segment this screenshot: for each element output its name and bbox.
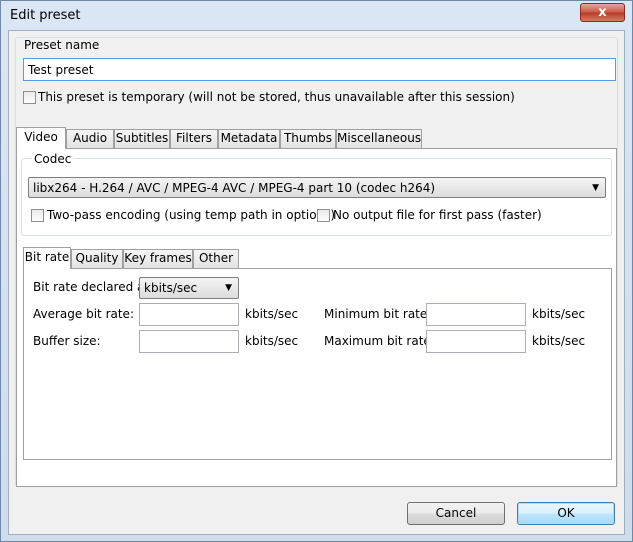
two-pass-checkbox[interactable] <box>31 209 44 222</box>
bitrate-tab-pane: Bit rate declared as: kbits/sec ▼ Averag… <box>23 268 612 460</box>
minimum-bitrate-label: Minimum bit rate: <box>324 307 432 321</box>
no-output-label: No output file for first pass (faster) <box>333 208 542 222</box>
average-bitrate-input[interactable] <box>139 303 239 326</box>
temporary-label: This preset is temporary (will not be st… <box>38 90 515 104</box>
maximum-bitrate-label: Maximum bit rate: <box>324 334 435 348</box>
average-bitrate-unit: kbits/sec <box>245 307 299 321</box>
close-icon: x <box>598 5 607 20</box>
no-output-checkbox[interactable] <box>317 209 330 222</box>
chevron-down-icon: ▼ <box>225 283 232 293</box>
bitrate-declared-label: Bit rate declared as: <box>33 280 155 294</box>
tab-subtitles[interactable]: Subtitles <box>114 129 170 148</box>
minimum-bitrate-input[interactable] <box>426 303 526 326</box>
preset-name-label: Preset name <box>24 38 100 52</box>
temporary-checkbox[interactable] <box>23 91 36 104</box>
bitrate-tab-strip: Bit rate Quality Key frames Other <box>23 247 253 269</box>
title-bar[interactable]: Edit preset x <box>1 1 632 31</box>
cancel-button[interactable]: Cancel <box>407 502 505 525</box>
tab-other[interactable]: Other <box>193 249 239 268</box>
edit-preset-window: Edit preset x Preset name This preset is… <box>0 0 633 542</box>
preset-group: Preset name This preset is temporary (wi… <box>15 37 618 487</box>
tab-quality[interactable]: Quality <box>71 249 123 268</box>
tab-bit-rate[interactable]: Bit rate <box>23 247 71 269</box>
maximum-bitrate-input[interactable] <box>426 330 526 353</box>
average-bitrate-label: Average bit rate: <box>33 307 134 321</box>
tab-thumbs[interactable]: Thumbs <box>280 129 336 148</box>
codec-select[interactable]: libx264 - H.264 / AVC / MPEG-4 AVC / MPE… <box>28 177 606 198</box>
window-title: Edit preset <box>10 8 81 23</box>
tab-miscellaneous[interactable]: Miscellaneous <box>336 129 422 148</box>
buffer-size-label: Buffer size: <box>33 334 101 348</box>
tab-filters[interactable]: Filters <box>170 129 218 148</box>
tab-metadata[interactable]: Metadata <box>218 129 280 148</box>
codec-group-label: Codec <box>32 152 74 166</box>
tab-audio[interactable]: Audio <box>66 129 114 148</box>
buffer-size-unit: kbits/sec <box>245 334 299 348</box>
preset-name-input[interactable] <box>23 58 616 81</box>
video-tab-pane: Codec libx264 - H.264 / AVC / MPEG-4 AVC… <box>16 148 617 487</box>
codec-group: Codec libx264 - H.264 / AVC / MPEG-4 AVC… <box>21 152 612 236</box>
main-tab-strip: Video Audio Subtitles Filters Metadata T… <box>16 127 436 149</box>
bitrate-unit-select[interactable]: kbits/sec ▼ <box>139 277 239 299</box>
minimum-bitrate-unit: kbits/sec <box>532 307 586 321</box>
tab-video[interactable]: Video <box>16 127 66 149</box>
maximum-bitrate-unit: kbits/sec <box>532 334 586 348</box>
chevron-down-icon: ▼ <box>592 183 599 193</box>
two-pass-label: Two-pass encoding (using temp path in op… <box>47 208 336 222</box>
close-button[interactable]: x <box>580 3 625 22</box>
ok-button[interactable]: OK <box>517 502 615 525</box>
codec-select-value: libx264 - H.264 / AVC / MPEG-4 AVC / MPE… <box>33 181 436 195</box>
tab-key-frames[interactable]: Key frames <box>123 249 193 268</box>
dialog-client-area: Preset name This preset is temporary (wi… <box>8 30 625 535</box>
bitrate-unit-value: kbits/sec <box>144 281 198 295</box>
buffer-size-input[interactable] <box>139 330 239 353</box>
